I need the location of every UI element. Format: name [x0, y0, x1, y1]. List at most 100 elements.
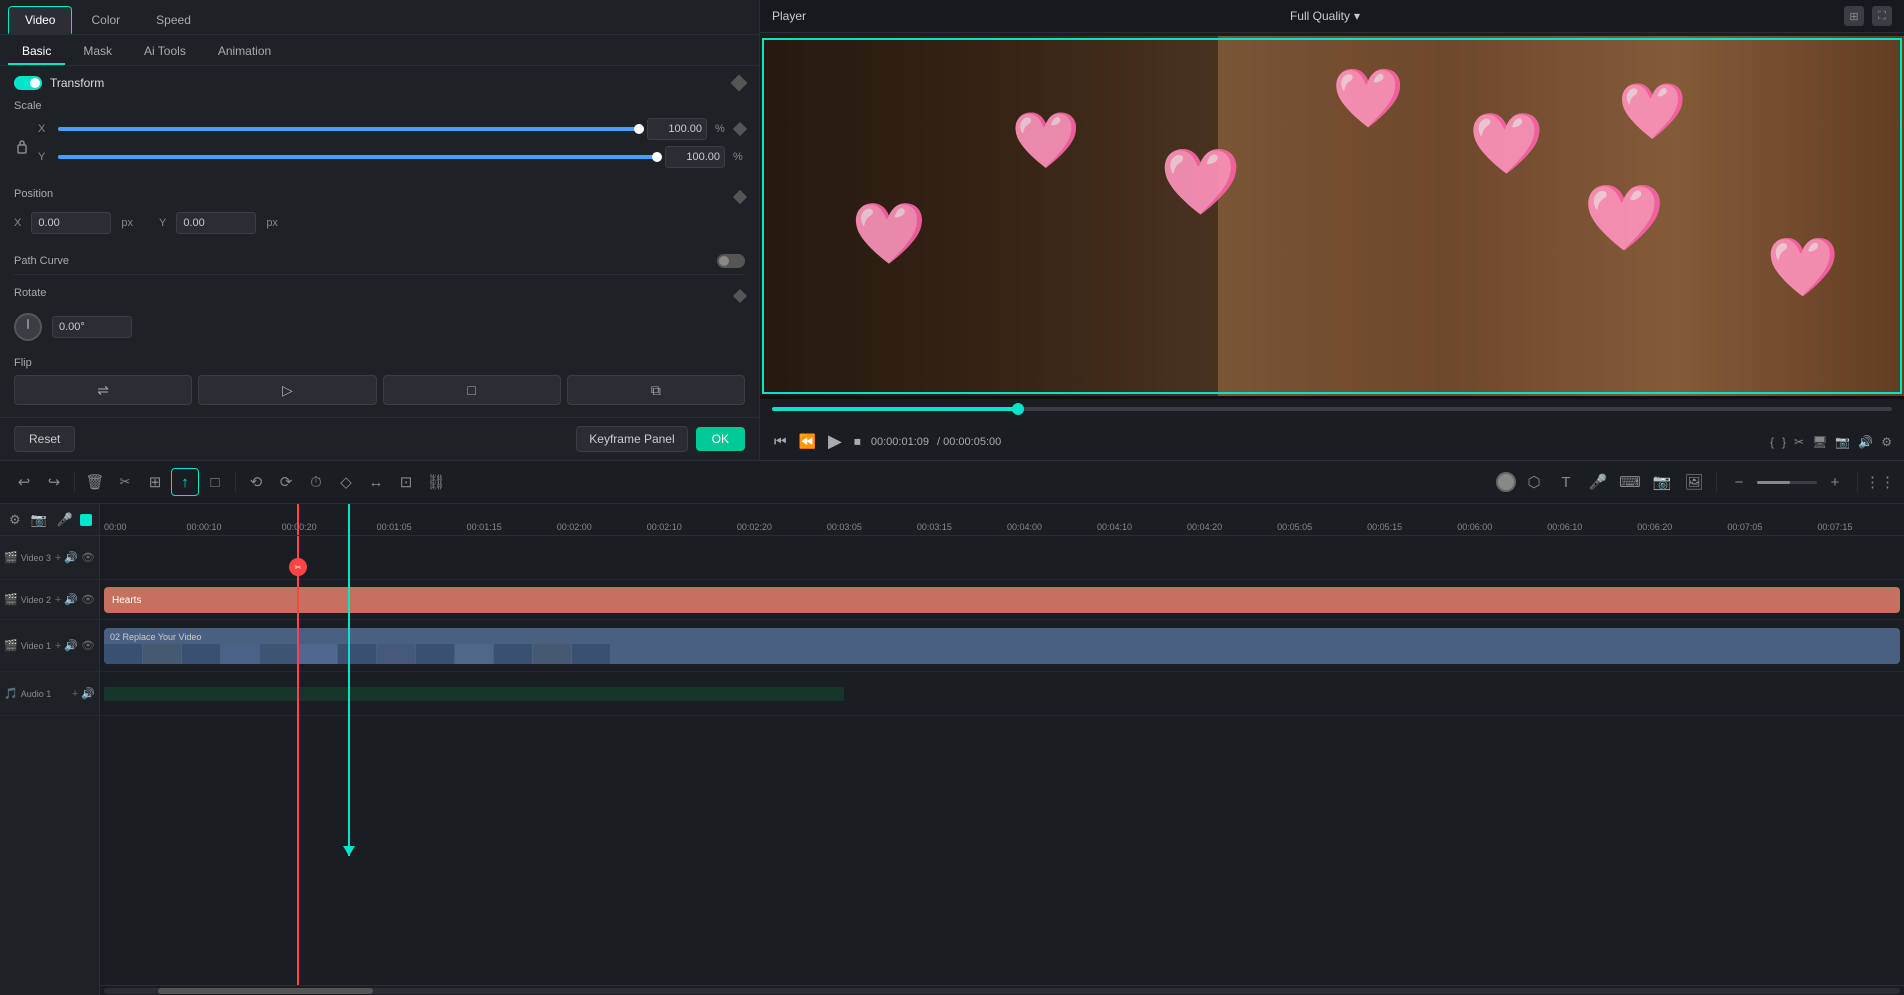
- ripple-button[interactable]: ⊡: [392, 468, 420, 496]
- flip-arrow-btn[interactable]: ▷: [198, 375, 376, 405]
- unlink-button[interactable]: ⟳: [272, 468, 300, 496]
- player-grid-icon[interactable]: ⊞: [1844, 6, 1864, 26]
- monitor-icon[interactable]: 🖥: [1812, 435, 1827, 449]
- timeline-camera-btn[interactable]: 📷: [28, 509, 50, 531]
- scale-x-label: X: [38, 123, 50, 135]
- track-audio1-vol[interactable]: 🔊: [81, 687, 95, 700]
- scrollbar-thumb[interactable]: [158, 988, 374, 994]
- crop-button[interactable]: ⊞: [141, 468, 169, 496]
- timeline-mic-btn[interactable]: 🎤: [54, 509, 76, 531]
- cut-button[interactable]: ✂: [111, 468, 139, 496]
- transform-keyframe-diamond[interactable]: [731, 75, 748, 92]
- tab-color[interactable]: Color: [74, 6, 137, 34]
- record-btn[interactable]: [1496, 472, 1516, 492]
- speed-button[interactable]: ⏱: [302, 468, 330, 496]
- picture-btn[interactable]: 🖼: [1680, 468, 1708, 496]
- auto-button[interactable]: ↔: [362, 468, 390, 496]
- scale-y-input[interactable]: 100.00: [665, 146, 725, 168]
- transform-toggle[interactable]: [14, 76, 42, 90]
- track-hearts-eye[interactable]: 👁: [81, 593, 95, 606]
- player-title: Player: [772, 9, 806, 23]
- track-hearts[interactable]: Hearts: [100, 580, 1904, 620]
- cursor-button[interactable]: ↑: [171, 468, 199, 496]
- sticker-btn[interactable]: ⬡: [1520, 468, 1548, 496]
- ruler-mark-3: 00:01:05: [377, 522, 412, 532]
- freeze-button[interactable]: ◇: [332, 468, 360, 496]
- zoom-in-btn[interactable]: +: [1821, 468, 1849, 496]
- settings-icon[interactable]: ⚙: [1881, 435, 1892, 449]
- voiceover-btn[interactable]: 🎤: [1584, 468, 1612, 496]
- heart-3: 🩷: [1160, 144, 1241, 220]
- track-video1-add[interactable]: +: [55, 640, 61, 652]
- player-screen-icon[interactable]: ⛶: [1872, 6, 1892, 26]
- subtab-mask[interactable]: Mask: [69, 39, 126, 65]
- scale-x-input[interactable]: 100.00: [647, 118, 707, 140]
- track-video1-eye[interactable]: 👁: [81, 639, 95, 652]
- link-button[interactable]: ⟲: [242, 468, 270, 496]
- flip-copy-btn[interactable]: ⧉: [567, 375, 745, 405]
- track-video1-vol[interactable]: 🔊: [64, 639, 78, 652]
- quality-select[interactable]: Full Quality ▾: [1290, 9, 1360, 23]
- rotate-button[interactable]: □: [201, 468, 229, 496]
- keyframe-panel-button[interactable]: Keyframe Panel: [576, 426, 687, 452]
- rotate-dial[interactable]: [14, 313, 42, 341]
- snap-button[interactable]: ⛓: [422, 468, 450, 496]
- undo-button[interactable]: ↩: [10, 468, 38, 496]
- track-video3-add[interactable]: +: [55, 552, 61, 564]
- scale-x-keyframe[interactable]: [733, 122, 747, 136]
- step-back-button[interactable]: ⏪: [797, 431, 818, 452]
- redo-button[interactable]: ↪: [40, 468, 68, 496]
- track-hearts-vol[interactable]: 🔊: [64, 593, 78, 606]
- tab-video[interactable]: Video: [8, 6, 72, 34]
- zoom-slider[interactable]: [1757, 481, 1817, 484]
- ok-button[interactable]: OK: [696, 427, 745, 451]
- subtab-animation[interactable]: Animation: [204, 39, 285, 65]
- text-btn[interactable]: T: [1552, 468, 1580, 496]
- flip-horizontal-btn[interactable]: ⇌: [14, 375, 192, 405]
- more-options-btn[interactable]: ⋮⋮: [1866, 468, 1894, 496]
- scale-y-row: Y 100.00 %: [38, 146, 745, 168]
- hearts-clip[interactable]: Hearts: [104, 587, 1900, 613]
- path-curve-label: Path Curve: [14, 255, 69, 267]
- bracket-right-icon[interactable]: }: [1782, 435, 1786, 449]
- position-x-input[interactable]: 0.00: [31, 212, 111, 234]
- track-video3-vol[interactable]: 🔊: [64, 551, 78, 564]
- rotate-group: Rotate 0.00°: [14, 287, 745, 341]
- path-curve-toggle[interactable]: [717, 254, 745, 268]
- track-hearts-add[interactable]: +: [55, 594, 61, 606]
- timeline-snap-btn[interactable]: [80, 514, 92, 526]
- tab-speed[interactable]: Speed: [139, 6, 208, 34]
- timeline-ruler[interactable]: 00:00 00:00:10 00:00:20 00:01:05 00:01:1…: [100, 504, 1904, 536]
- camera-icon[interactable]: 📷: [1835, 435, 1850, 449]
- rewind-button[interactable]: ⏮: [772, 431, 789, 452]
- scale-x-slider[interactable]: [58, 127, 639, 131]
- track-video3-eye[interactable]: 👁: [81, 551, 95, 564]
- bracket-left-icon[interactable]: {: [1770, 435, 1774, 449]
- progress-bar[interactable]: [772, 407, 1892, 411]
- timeline-settings-btn[interactable]: ⚙: [6, 509, 24, 531]
- track-audio1-add[interactable]: +: [72, 688, 78, 700]
- subtab-ai-tools[interactable]: Ai Tools: [130, 39, 200, 65]
- delete-button[interactable]: 🗑: [81, 468, 109, 496]
- track-video1[interactable]: 02 Replace Your Video: [100, 620, 1904, 672]
- photo-btn[interactable]: 📷: [1648, 468, 1676, 496]
- zoom-out-btn[interactable]: −: [1725, 468, 1753, 496]
- play-button[interactable]: ▶: [826, 429, 844, 454]
- scissors-icon[interactable]: ✂: [1794, 435, 1804, 449]
- rotate-keyframe[interactable]: [733, 289, 747, 303]
- reset-button[interactable]: Reset: [14, 426, 75, 452]
- video1-clip[interactable]: 02 Replace Your Video: [104, 628, 1900, 664]
- scale-lock-icon[interactable]: [14, 118, 30, 174]
- stop-button[interactable]: ⏹: [852, 431, 863, 452]
- volume-icon[interactable]: 🔊: [1858, 435, 1873, 449]
- scrollbar-track[interactable]: [104, 988, 1900, 994]
- rotate-input[interactable]: 0.00°: [52, 316, 132, 338]
- flip-rect-btn[interactable]: □: [383, 375, 561, 405]
- position-keyframe[interactable]: [733, 190, 747, 204]
- caption-btn[interactable]: ⌨: [1616, 468, 1644, 496]
- scale-y-slider[interactable]: [58, 155, 657, 159]
- timeline-scrollbar[interactable]: [100, 985, 1904, 995]
- position-y-input[interactable]: 0.00: [176, 212, 256, 234]
- subtab-basic[interactable]: Basic: [8, 39, 65, 65]
- ruler-mark-0: 00:00: [100, 522, 127, 532]
